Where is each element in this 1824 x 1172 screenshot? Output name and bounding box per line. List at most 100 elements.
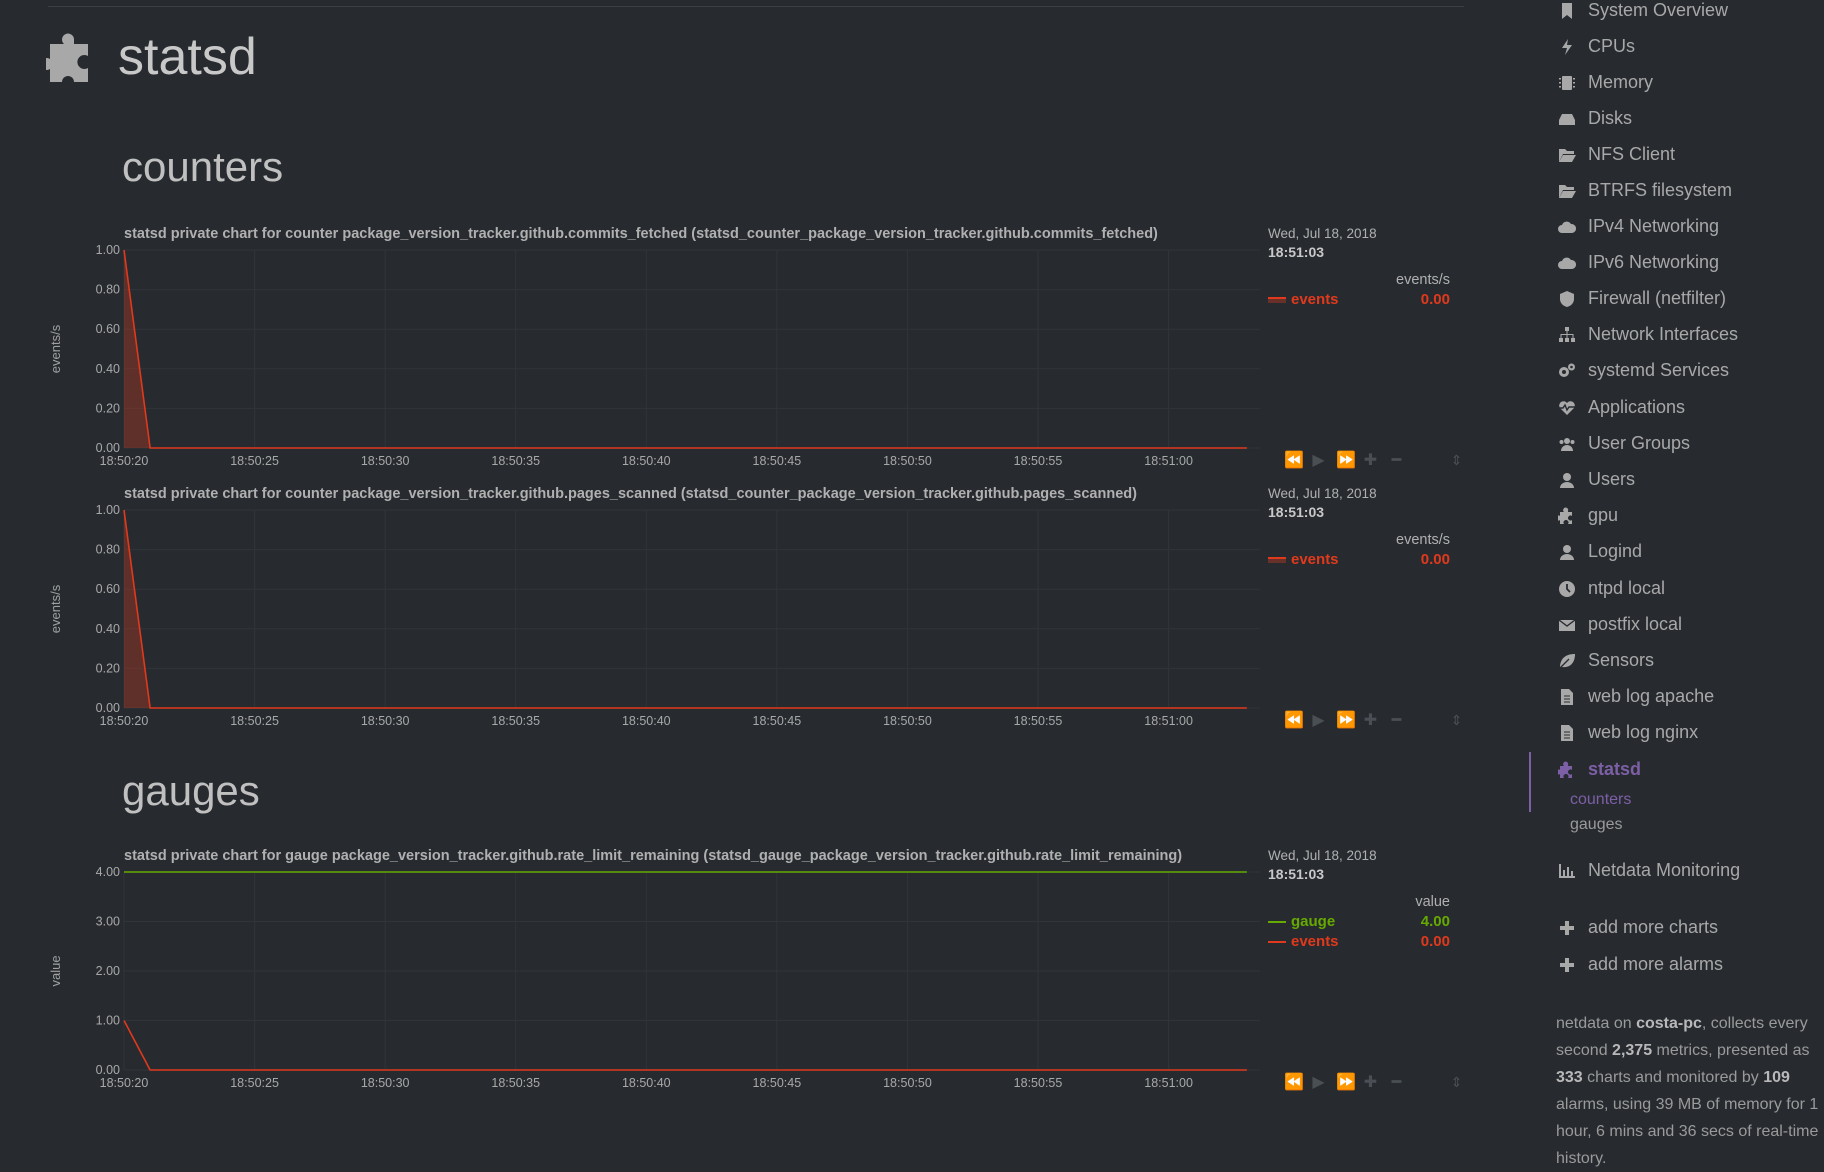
series-line-events — [123, 249, 1247, 449]
sidebar-item-gpu[interactable]: gpu — [1556, 505, 1618, 526]
file-icon — [1556, 724, 1578, 742]
sidebar-item-web-log-nginx[interactable]: web log nginx — [1556, 722, 1698, 743]
summary-host: costa-pc — [1636, 1015, 1702, 1032]
pan-right-icon[interactable]: ⏩ — [1336, 450, 1356, 470]
sidebar-subitem-counters[interactable]: counters — [1570, 791, 1631, 809]
x-tick-label: 18:50:20 — [100, 714, 149, 728]
pan-right-icon[interactable]: ⏩ — [1336, 710, 1356, 730]
chart-commits-fetched[interactable]: statsd private chart for counter package… — [0, 226, 1480, 476]
resize-handle-icon[interactable]: ⇕ — [1448, 1074, 1465, 1091]
sidebar-item-label: gpu — [1588, 505, 1619, 525]
sidebar-item-label: CPUs — [1588, 36, 1636, 56]
clock-icon — [1556, 580, 1578, 598]
zoom-out-icon[interactable]: ━ — [1388, 710, 1405, 730]
pan-left-icon[interactable]: ⏪ — [1284, 1072, 1304, 1092]
zoom-in-icon[interactable]: ✚ — [1362, 450, 1379, 470]
puzzle-icon — [46, 33, 88, 82]
sidebar-item-applications[interactable]: Applications — [1556, 397, 1685, 418]
hdd-icon — [1556, 110, 1578, 128]
sidebar-item-label: Disks — [1588, 108, 1632, 128]
users-icon — [1556, 435, 1578, 453]
zoom-out-icon[interactable]: ━ — [1388, 1072, 1405, 1092]
y-axis-label: events/s — [48, 324, 63, 373]
legend-row-gauge[interactable]: gauge 4.00 — [1268, 913, 1450, 930]
pan-left-icon[interactable]: ⏪ — [1284, 450, 1304, 470]
y-tick-label: 0.00 — [96, 441, 120, 455]
sidebar-item-disks[interactable]: Disks — [1556, 108, 1632, 129]
summary-text: metrics, presented as — [1652, 1042, 1810, 1059]
zoom-in-icon[interactable]: ✚ — [1362, 710, 1379, 730]
y-tick-label: 0.40 — [96, 622, 120, 636]
sidebar-item-user-groups[interactable]: User Groups — [1556, 433, 1690, 454]
sidebar-item-nfs-client[interactable]: NFS Client — [1556, 144, 1675, 165]
sidebar-item-ntpd-local[interactable]: ntpd local — [1556, 578, 1665, 599]
sidebar-item-statsd[interactable]: statsd — [1556, 759, 1641, 780]
chart-rate-limit-remaining[interactable]: statsd private chart for gauge package_v… — [0, 848, 1480, 1098]
sidebar-item-system-overview[interactable]: System Overview — [1556, 0, 1728, 21]
y-tick-label: 1.00 — [96, 243, 120, 257]
resize-handle-icon[interactable]: ⇕ — [1448, 712, 1465, 729]
x-tick-label: 18:50:35 — [491, 454, 540, 468]
add-more-charts-link[interactable]: add more charts — [1556, 917, 1718, 938]
sidebar-item-label: NFS Client — [1588, 144, 1676, 164]
x-tick-label: 18:50:40 — [622, 454, 671, 468]
pan-left-icon[interactable]: ⏪ — [1284, 710, 1304, 730]
sidebar-item-network-interfaces[interactable]: Network Interfaces — [1556, 324, 1738, 345]
sidebar-item-cpus[interactable]: CPUs — [1556, 36, 1635, 57]
chart-plot[interactable]: 0.00 1.00 2.00 3.00 4.00 18:50:20 18:50:25 18:5… — [0, 848, 1270, 1098]
x-tick-label: 18:50:45 — [753, 714, 802, 728]
sidebar-item-ipv4-networking[interactable]: IPv4 Networking — [1556, 216, 1719, 237]
sidebar-item-postfix-local[interactable]: postfix local — [1556, 614, 1682, 635]
legend-series-name: events — [1291, 551, 1339, 568]
x-tick-label: 18:50:55 — [1014, 454, 1063, 468]
zoom-in-icon[interactable]: ✚ — [1362, 1072, 1379, 1092]
legend-row-events[interactable]: events 0.00 — [1268, 933, 1450, 950]
sidebar-item-firewall-netfilter[interactable]: Firewall (netfilter) — [1556, 288, 1726, 309]
sidebar-item-users[interactable]: Users — [1556, 469, 1635, 490]
add-more-alarms-link[interactable]: add more alarms — [1556, 954, 1723, 975]
envelope-icon — [1556, 616, 1578, 634]
x-tick-label: 18:50:25 — [230, 454, 279, 468]
sidebar-item-label: Users — [1588, 469, 1636, 489]
x-tick-label: 18:50:50 — [883, 454, 932, 468]
sidebar-item-label: User Groups — [1588, 433, 1691, 453]
sidebar-subitem-gauges[interactable]: gauges — [1570, 816, 1623, 834]
x-tick-label: 18:50:40 — [622, 714, 671, 728]
sidebar: System Overview CPUs Memory Disks NFS Client… — [1520, 0, 1824, 1167]
x-tick-label: 18:50:20 — [100, 454, 149, 468]
pan-right-icon[interactable]: ⏩ — [1336, 1072, 1356, 1092]
play-icon[interactable]: ▶ — [1310, 450, 1327, 470]
play-icon[interactable]: ▶ — [1310, 1072, 1327, 1092]
chart-plot[interactable]: 0.00 0.20 0.40 0.60 0.80 1.00 18:50:20 18:50:25… — [0, 486, 1270, 736]
puzzle-icon — [1556, 507, 1578, 525]
sidebar-item-label: postfix local — [1588, 614, 1683, 634]
sidebar-item-label: IPv4 Networking — [1588, 216, 1720, 236]
sidebar-item-memory[interactable]: Memory — [1556, 72, 1653, 93]
chart-plot[interactable]: 0.00 0.20 0.40 0.60 0.80 1.00 18:50:20 18:50:25… — [0, 226, 1270, 476]
sidebar-item-logind[interactable]: Logind — [1556, 541, 1642, 562]
y-tick-label: 0.20 — [96, 401, 120, 415]
sidebar-item-netdata-monitoring[interactable]: Netdata Monitoring — [1556, 860, 1740, 881]
legend-row-events[interactable]: events 0.00 — [1268, 551, 1450, 568]
sidebar-item-ipv6-networking[interactable]: IPv6 Networking — [1556, 252, 1719, 273]
chart-pages-scanned[interactable]: statsd private chart for counter package… — [0, 486, 1480, 736]
x-tick-label: 18:50:25 — [230, 1076, 279, 1090]
sidebar-item-sensors[interactable]: Sensors — [1556, 650, 1654, 671]
legend-row-events[interactable]: events 0.00 — [1268, 291, 1450, 308]
y-tick-label: 0.80 — [96, 283, 120, 297]
sidebar-item-web-log-apache[interactable]: web log apache — [1556, 686, 1714, 707]
legend-time: 18:51:03 — [1268, 866, 1325, 882]
summary-text: alarms, using 39 MB of memory for 1 hour… — [1556, 1096, 1819, 1167]
sidebar-item-label: System Overview — [1588, 0, 1729, 20]
x-tick-label: 18:50:35 — [491, 1076, 540, 1090]
x-tick-label: 18:50:30 — [361, 714, 410, 728]
cloud-icon — [1556, 218, 1578, 236]
sidebar-item-btrfs-filesystem[interactable]: BTRFS filesystem — [1556, 180, 1732, 201]
zoom-out-icon[interactable]: ━ — [1388, 450, 1405, 470]
play-icon[interactable]: ▶ — [1310, 710, 1327, 730]
y-tick-label: 0.40 — [96, 362, 120, 376]
resize-handle-icon[interactable]: ⇕ — [1448, 452, 1465, 469]
x-tick-label: 18:50:25 — [230, 714, 279, 728]
x-tick-label: 18:51:00 — [1144, 1076, 1193, 1090]
sidebar-item-systemd-services[interactable]: systemd Services — [1556, 360, 1729, 381]
